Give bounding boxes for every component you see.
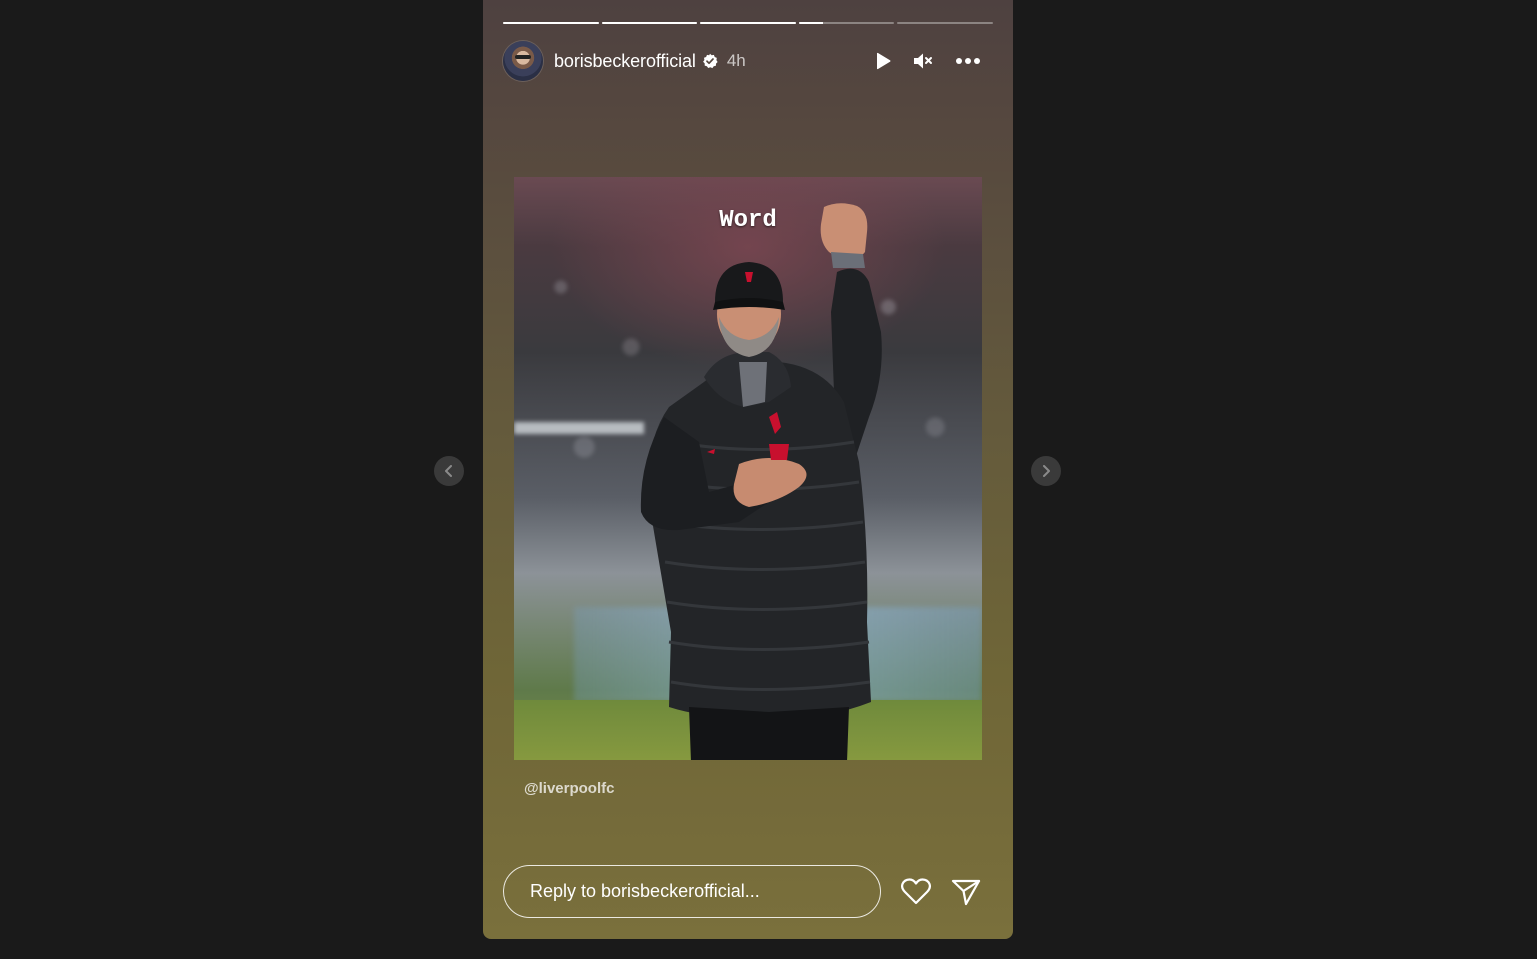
manager-figure	[640, 203, 882, 760]
reply-input[interactable]	[503, 865, 881, 918]
heart-icon	[901, 878, 931, 905]
more-options-button[interactable]	[943, 41, 993, 81]
chevron-right-icon	[1043, 465, 1050, 477]
progress-segment	[700, 22, 796, 24]
username[interactable]: borisbeckerofficial	[554, 51, 696, 72]
progress-segment	[503, 22, 599, 24]
story-controls	[863, 41, 993, 81]
next-story-button[interactable]	[1031, 456, 1061, 486]
mute-button[interactable]	[903, 41, 943, 81]
story-header: borisbeckerofficial 4h	[503, 41, 993, 81]
story-image: Word	[514, 177, 982, 760]
like-button[interactable]	[896, 872, 936, 912]
mention-tag[interactable]: @liverpoolfc	[524, 780, 614, 797]
story-footer	[503, 864, 993, 919]
verified-badge-icon	[702, 53, 718, 69]
progress-segment	[798, 22, 895, 24]
play-icon	[877, 52, 891, 70]
play-button[interactable]	[863, 41, 903, 81]
volume-muted-icon	[914, 53, 932, 69]
progress-segment	[897, 22, 993, 24]
image-overlay-text: Word	[719, 207, 777, 234]
share-button[interactable]	[946, 872, 986, 912]
progress-segment	[601, 22, 698, 24]
story-card[interactable]: borisbeckerofficial 4h Word @liverpoolfc…	[483, 0, 1013, 939]
chevron-left-icon	[445, 465, 452, 477]
previous-story-button[interactable]	[434, 456, 464, 486]
story-progress-bar	[503, 22, 993, 24]
send-icon	[951, 879, 981, 905]
story-viewer: borisbeckerofficial 4h Word @liverpoolfc…	[0, 0, 1537, 959]
more-options-icon	[956, 58, 980, 64]
post-time: 4h	[726, 51, 746, 70]
avatar[interactable]	[503, 41, 543, 81]
